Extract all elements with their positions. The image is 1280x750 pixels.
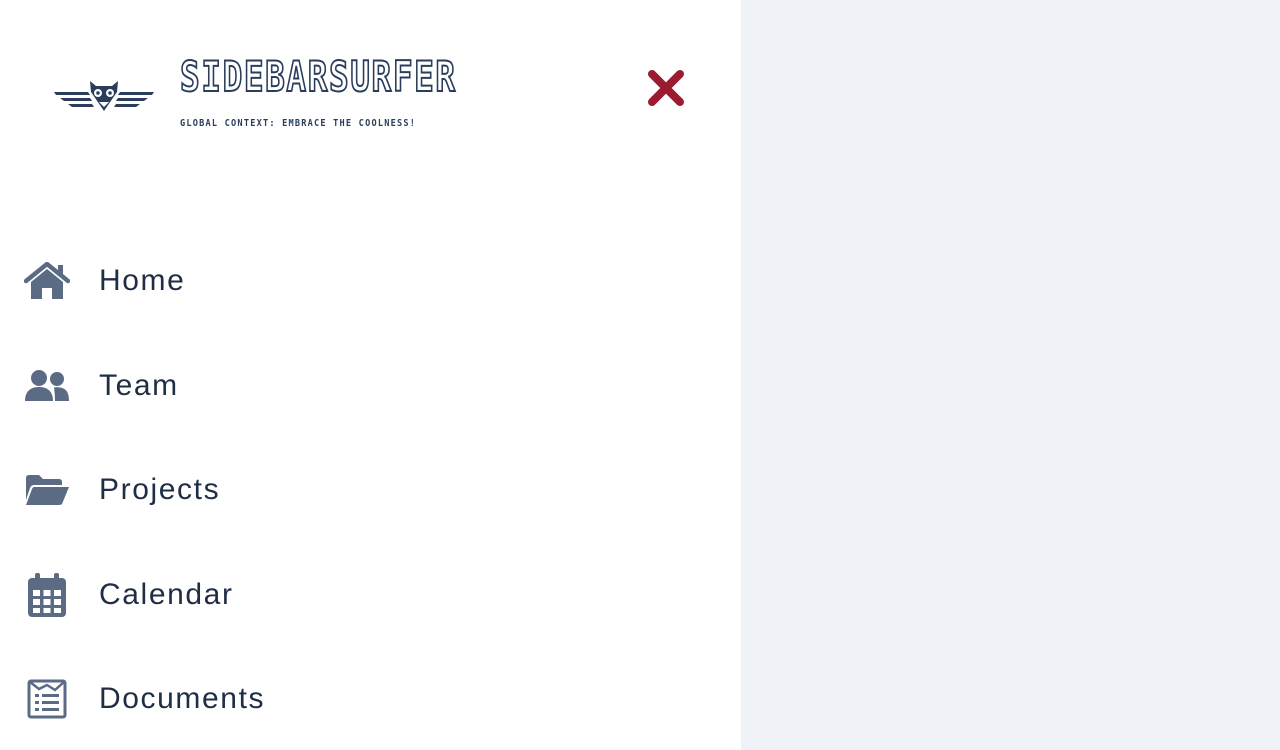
brand-name: SIDEBARSURFER [179, 51, 457, 102]
calendar-icon [24, 572, 70, 618]
sidebar-item-label: Projects [99, 473, 221, 506]
sidebar: SIDEBARSURFER GLOBAL CONTEXT: EMBRACE TH… [0, 0, 741, 750]
document-icon [24, 676, 70, 722]
sidebar-item-home[interactable]: Home [0, 228, 741, 333]
owl-wings-logo-icon [54, 81, 154, 111]
main-content-area [741, 0, 1280, 750]
sidebar-item-projects[interactable]: Projects [0, 437, 741, 542]
brand: SIDEBARSURFER GLOBAL CONTEXT: EMBRACE TH… [52, 51, 552, 142]
sidebar-item-label: Home [99, 264, 186, 297]
home-icon [24, 258, 70, 304]
brand-tagline: GLOBAL CONTEXT: EMBRACE THE COOLNESS! [180, 118, 417, 129]
users-icon [24, 363, 70, 409]
sidebar-item-label: Documents [99, 682, 266, 715]
close-icon [648, 70, 684, 106]
sidebar-item-calendar[interactable]: Calendar [0, 542, 741, 647]
sidebar-item-label: Team [99, 368, 179, 402]
folder-open-icon [24, 467, 70, 513]
close-sidebar-button[interactable] [640, 62, 692, 114]
sidebar-item-documents[interactable]: Documents [0, 646, 741, 750]
sidebar-nav: Home Team Projects Calendar Documents [0, 228, 741, 750]
sidebar-item-team[interactable]: Team [0, 333, 741, 438]
sidebar-item-label: Calendar [99, 577, 234, 611]
